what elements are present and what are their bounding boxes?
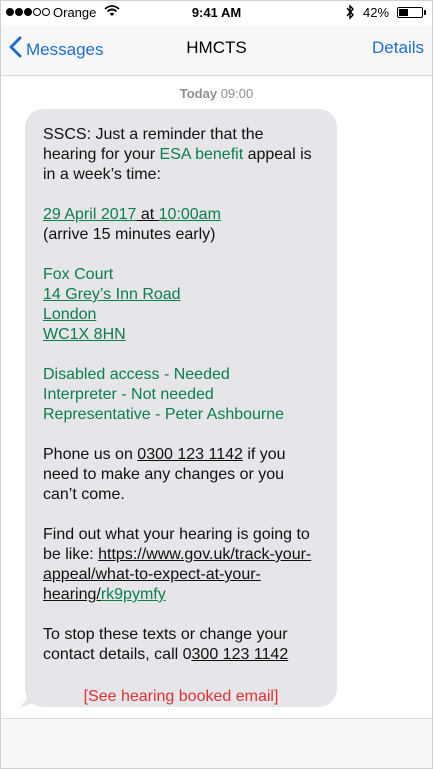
hearing-date-link[interactable]: 29 April 2017 [43,206,136,223]
message-input-bar[interactable] [1,718,432,768]
conversation-title: HMCTS [186,38,247,57]
link-code[interactable]: rk9pymfy [101,586,166,603]
hearing-time-link[interactable]: 10:00am [159,206,221,223]
address-line-2-link[interactable]: London [43,306,96,323]
timestamp-time: 09:00 [220,86,254,101]
phone-number-link[interactable]: 0300 123 1142 [137,446,243,463]
disabled-access-text: Disabled access - Needed [43,366,230,383]
intro-paragraph: SSCS: Just a reminder that the hearing f… [43,125,319,185]
arrive-text: (arrive 15 minutes early) [43,226,216,243]
stop-paragraph: To stop these texts or change your conta… [43,625,319,665]
status-bar: Orange 9:41 AM 42% [1,1,432,25]
postcode-link[interactable]: WC1X 8HN [43,326,126,343]
venue-name: Fox Court [43,266,114,283]
address-paragraph: Fox Court 14 Grey’s Inn Road London WC1X… [43,265,319,345]
details-button[interactable]: Details [372,38,424,58]
phone-text: Phone us on [43,446,138,463]
datetime-paragraph: 29 April 2017 at 10:00am (arrive 15 minu… [43,205,319,245]
message-timestamp: Today 09:00 [1,86,432,101]
bubble-tail-icon [19,685,37,707]
link-paragraph: Find out what your hearing is going to b… [43,525,319,605]
requirements-paragraph: Disabled access - Needed Interpreter - N… [43,365,319,425]
timestamp-day: Today [179,86,218,101]
booked-email-note: [See hearing booked email] [83,688,279,705]
phone-screen: Orange 9:41 AM 42% Messages HMCTS Detail… [0,0,433,769]
representative-text: Representative - Peter Ashbourne [43,406,285,423]
battery-icon [397,7,423,18]
navigation-bar: Messages HMCTS Details [1,25,432,76]
battery-cap [424,10,426,15]
benefit-text: ESA benefit [159,146,244,163]
bluetooth-icon [345,4,355,23]
interpreter-text: Interpreter - Not needed [43,386,214,403]
at-text: at [136,206,159,223]
address-line-1-link[interactable]: 14 Grey’s Inn Road [43,286,181,303]
message-bubble[interactable]: SSCS: Just a reminder that the hearing f… [25,109,337,707]
stop-phone-link[interactable]: 300 123 1142 [192,646,289,663]
phone-paragraph: Phone us on 0300 123 1142 if you need to… [43,445,319,505]
battery-percent: 42% [363,5,390,20]
